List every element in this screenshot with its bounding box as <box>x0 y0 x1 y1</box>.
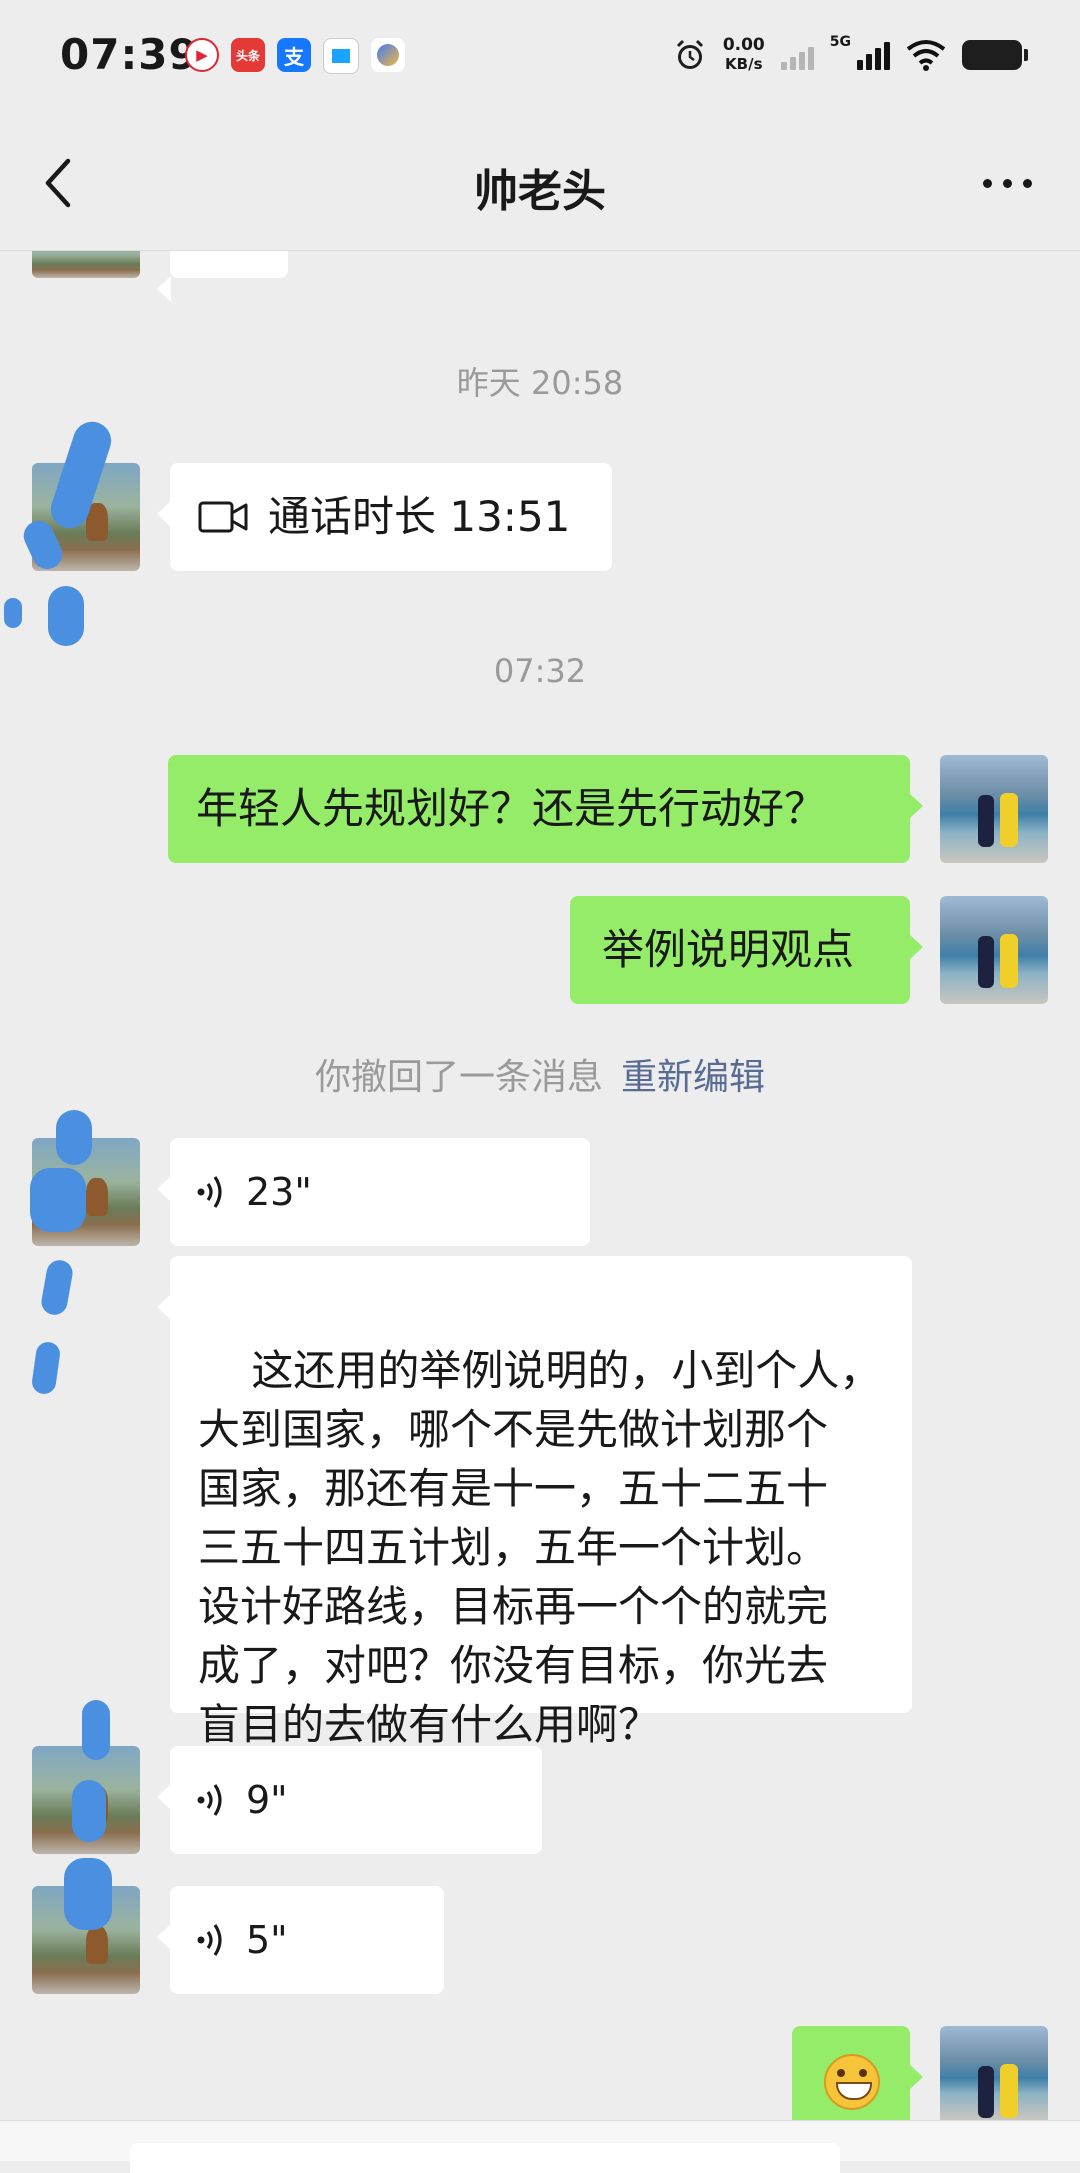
voice-wave-icon <box>197 1176 222 1208</box>
voice-message-bubble[interactable]: 5" <box>157 1886 444 1994</box>
privacy-scribble <box>64 1858 112 1930</box>
received-message-bubble[interactable]: 这还用的举例说明的，小到个人， 大到国家，哪个不是先做计划那个 国家，那还有是十… <box>157 1256 912 1749</box>
net-speed-unit: KB/s <box>725 55 763 73</box>
privacy-scribble <box>56 1110 92 1165</box>
alipay-label: 支 <box>284 44 304 69</box>
doc-app-icon <box>323 38 359 74</box>
network-type-label: 5G <box>829 34 851 50</box>
sim1-signal-icon <box>780 40 814 70</box>
call-record-bubble[interactable]: 通话时长 13:51 <box>157 463 612 571</box>
alipay-app-icon: 支 <box>277 38 311 72</box>
reedit-link[interactable]: 重新编辑 <box>621 1057 765 1098</box>
net-speed: 0.00 KB/s <box>723 36 765 74</box>
sim2-signal-icon <box>857 40 890 70</box>
my-avatar[interactable] <box>940 896 1048 1004</box>
timestamp: 昨天 20:58 <box>456 364 624 402</box>
sent-message-text: 年轻人先规划好？还是先行动好？ <box>196 784 827 833</box>
net-speed-value: 0.00 <box>722 35 765 55</box>
battery-icon <box>962 40 1028 70</box>
privacy-scribble <box>4 598 22 628</box>
voice-duration: 9" <box>246 1778 288 1822</box>
sent-message-bubble[interactable]: 年轻人先规划好？还是先行动好？ <box>168 755 923 863</box>
privacy-scribble <box>72 1780 106 1842</box>
my-avatar[interactable] <box>940 755 1048 863</box>
grinning-face-icon <box>824 2054 880 2110</box>
voice-wave-icon <box>197 1784 222 1816</box>
timestamp: 07:32 <box>493 652 587 690</box>
status-right: 0.00 KB/s 5G <box>673 34 1028 76</box>
recall-text: 你撤回了一条消息 <box>314 1057 603 1098</box>
privacy-scribble <box>30 1168 86 1232</box>
message-input[interactable] <box>130 2143 840 2173</box>
wifi-icon <box>906 40 946 71</box>
chat-header: 帅老头 <box>0 115 1080 251</box>
video-call-icon <box>198 501 248 533</box>
voice-duration: 23" <box>246 1170 312 1214</box>
privacy-scribble <box>82 1700 110 1760</box>
received-message-text: 这还用的举例说明的，小到个人， 大到国家，哪个不是先做计划那个 国家，那还有是十… <box>198 1346 882 1749</box>
input-toolbar <box>0 2120 1080 2173</box>
my-avatar[interactable] <box>940 2026 1048 2120</box>
sent-emoji-bubble[interactable] <box>792 2026 923 2120</box>
toutiao-label: 头条 <box>235 48 260 63</box>
notification-icons: ▶ 头条 支 <box>185 38 405 74</box>
privacy-scribble <box>48 586 84 646</box>
voice-duration: 5" <box>246 1918 288 1962</box>
chat-title: 帅老头 <box>474 166 606 217</box>
sent-message-bubble[interactable]: 举例说明观点 <box>570 896 923 1004</box>
more-options-icon[interactable] <box>983 179 1032 188</box>
status-bar: 07:39 ▶ 头条 支 0.00 KB/s 5G <box>0 0 1080 115</box>
call-duration-text: 通话时长 13:51 <box>268 492 571 541</box>
voice-message-bubble[interactable]: 23" <box>157 1138 590 1246</box>
privacy-scribble <box>30 1340 62 1396</box>
alarm-icon <box>676 39 703 69</box>
red-circle-app-icon: ▶ <box>185 38 219 72</box>
toutiao-app-icon: 头条 <box>231 38 265 72</box>
status-time: 07:39 <box>60 30 199 79</box>
voice-message-bubble[interactable]: 9" <box>157 1746 542 1854</box>
recall-notice: 你撤回了一条消息 重新编辑 <box>0 1048 1080 1100</box>
baidu-app-icon <box>371 38 405 72</box>
voice-wave-icon <box>197 1924 222 1956</box>
sent-message-text: 举例说明观点 <box>602 925 855 974</box>
privacy-scribble <box>39 1258 75 1317</box>
